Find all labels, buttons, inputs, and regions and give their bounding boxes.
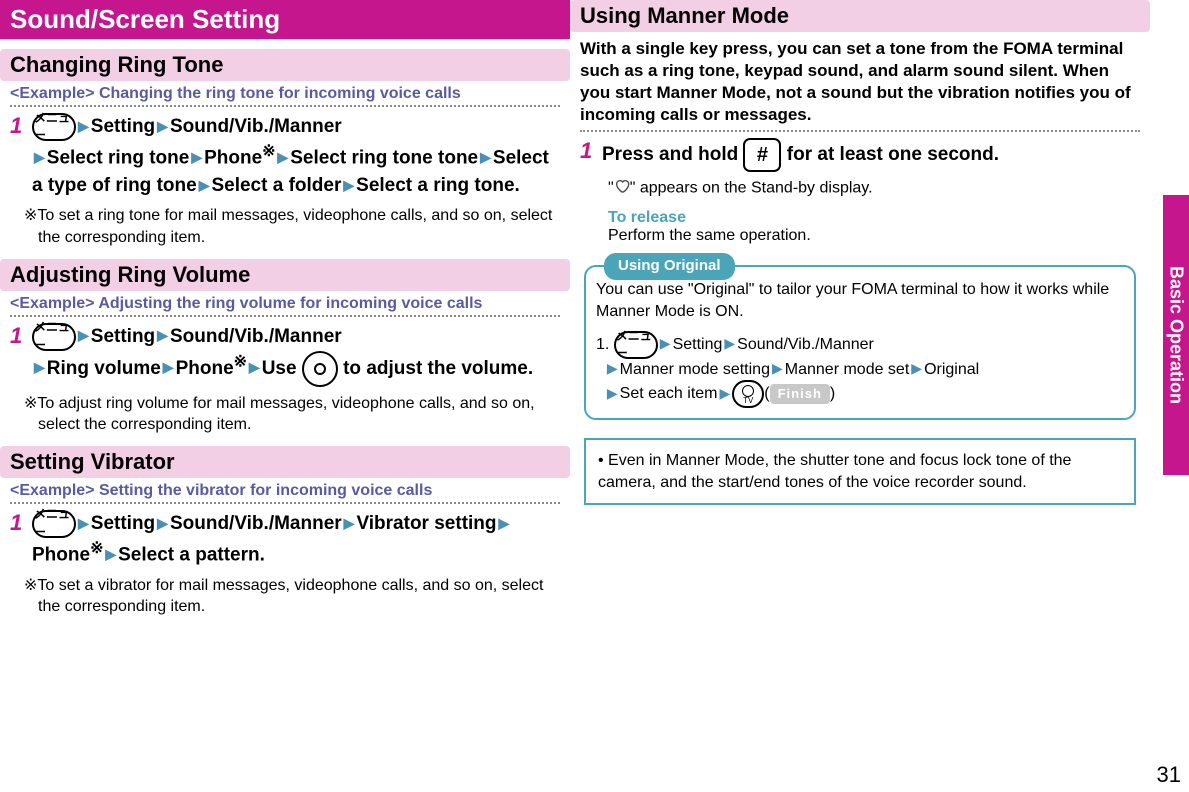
menu-icon: メニュー xyxy=(614,331,658,359)
txt: tone xyxy=(438,147,478,168)
arrow-icon: ▶ xyxy=(911,359,922,378)
txt: Use xyxy=(262,358,297,379)
txt: a folder xyxy=(273,175,342,196)
step-number: 1 xyxy=(580,138,602,172)
arrow-icon: ▶ xyxy=(78,116,89,136)
menu-icon: メニュー xyxy=(32,510,76,538)
txt: Setting xyxy=(673,336,723,353)
heading-manner-mode: Using Manner Mode xyxy=(570,0,1150,32)
intro-manner-mode: With a single key press, you can set a t… xyxy=(580,38,1140,126)
note-ring-tone: ※To set a ring tone for mail messages, v… xyxy=(38,205,560,248)
txt: Select a ring tone. xyxy=(356,175,520,196)
note-vibrator: ※To set a vibrator for mail messages, vi… xyxy=(38,575,560,618)
step-number: 1 xyxy=(10,510,32,569)
arrow-icon: ▶ xyxy=(277,147,288,167)
heart-icon xyxy=(614,178,630,199)
txt: for at least one second. xyxy=(787,144,999,165)
arrow-icon: ▶ xyxy=(249,357,260,377)
using-original-box: Using Original You can use "Original" to… xyxy=(584,265,1136,420)
standby-text: " " appears on the Stand-by display. xyxy=(608,178,1140,199)
txt: Manner mode setting xyxy=(620,361,770,378)
txt: Manner mode set xyxy=(785,361,910,378)
arrow-icon: ▶ xyxy=(78,513,89,533)
arrow-icon: ▶ xyxy=(157,116,168,136)
step-number: 1 xyxy=(10,323,32,387)
arrow-icon: ▶ xyxy=(157,513,168,533)
step-body-ring-volume: メニュー▶Setting▶Sound/Vib./Manner ▶Ring vol… xyxy=(32,323,533,387)
arrow-icon: ▶ xyxy=(607,384,618,403)
arrow-icon: ▶ xyxy=(772,359,783,378)
arrow-icon: ▶ xyxy=(344,513,355,533)
txt: Select xyxy=(211,175,267,196)
txt: 1. xyxy=(596,336,609,353)
arrow-icon: ▶ xyxy=(607,359,618,378)
arrow-icon: ▶ xyxy=(34,357,45,377)
arrow-icon: ▶ xyxy=(480,147,491,167)
txt: Even in Manner Mode, the shutter tone an… xyxy=(598,452,1071,491)
arrow-icon: ▶ xyxy=(191,147,202,167)
arrow-icon: ▶ xyxy=(499,513,510,533)
txt: Sound/Vib./Manner xyxy=(737,336,874,353)
example-ring-volume: <Example> Adjusting the ring volume for … xyxy=(10,295,560,313)
txt: Phone xyxy=(32,544,90,565)
arrow-icon: ▶ xyxy=(163,357,174,377)
txt: Sound/Vib./Manner xyxy=(170,326,342,347)
step-number: 1 xyxy=(10,113,32,199)
menu-icon: メニュー xyxy=(32,113,76,141)
menu-icon: メニュー xyxy=(32,323,76,351)
to-release-label: To release xyxy=(608,209,1140,227)
finish-button: Finish xyxy=(770,384,830,404)
arrow-icon: ▶ xyxy=(720,384,731,403)
txt: Setting xyxy=(91,326,155,347)
arrow-icon: ▶ xyxy=(34,147,45,167)
txt: Original xyxy=(924,361,979,378)
heading-ring-volume: Adjusting Ring Volume xyxy=(0,259,570,291)
txt: Sound/Vib./Manner xyxy=(170,116,342,137)
info-box: • Even in Manner Mode, the shutter tone … xyxy=(584,438,1136,505)
arrow-icon: ▶ xyxy=(660,334,671,353)
original-steps: 1. メニュー▶Setting▶Sound/Vib./Manner ▶Manne… xyxy=(596,331,1124,409)
step-body-manner: Press and hold # for at least one second… xyxy=(602,138,999,172)
divider xyxy=(580,130,1140,132)
divider xyxy=(10,502,560,504)
original-intro: You can use "Original" to tailor your FO… xyxy=(596,279,1124,322)
arrow-icon: ▶ xyxy=(78,325,89,345)
txt: Sound/Vib./Manner xyxy=(170,513,342,534)
hash-key-icon: # xyxy=(743,138,781,172)
step-body-vibrator: メニュー▶Setting▶Sound/Vib./Manner▶Vibrator … xyxy=(32,510,560,569)
txt: Phone xyxy=(176,358,234,379)
txt: to adjust the volume. xyxy=(343,358,533,379)
arrow-icon: ▶ xyxy=(157,325,168,345)
txt: Setting xyxy=(91,116,155,137)
txt: Ring volume xyxy=(47,358,161,379)
using-original-legend: Using Original xyxy=(604,253,735,279)
step-body-ring-tone: メニュー▶Setting▶Sound/Vib./Manner ▶Select r… xyxy=(32,113,560,199)
section-title-sound-screen: Sound/Screen Setting xyxy=(0,0,570,39)
txt: Set each item xyxy=(620,385,718,402)
camera-tv-icon xyxy=(732,380,764,408)
txt: Select a pattern. xyxy=(118,544,265,565)
txt: Setting xyxy=(91,513,155,534)
txt: Phone xyxy=(204,147,262,168)
page-number: 31 xyxy=(1157,762,1181,788)
divider xyxy=(10,315,560,317)
side-tab-basic-operation: Basic Operation xyxy=(1163,195,1189,475)
arrow-icon: ▶ xyxy=(199,175,210,195)
txt: Press and hold xyxy=(602,144,738,165)
to-release-text: Perform the same operation. xyxy=(608,227,1140,245)
arrow-icon: ▶ xyxy=(724,334,735,353)
txt: Select ring tone xyxy=(290,147,433,168)
arrow-icon: ▶ xyxy=(105,544,116,564)
txt: Select ring tone xyxy=(47,147,190,168)
heading-vibrator: Setting Vibrator xyxy=(0,446,570,478)
example-ring-tone: <Example> Changing the ring tone for inc… xyxy=(10,85,560,103)
note-ring-volume: ※To adjust ring volume for mail messages… xyxy=(38,393,560,436)
heading-ring-tone: Changing Ring Tone xyxy=(0,49,570,81)
txt: " appears on the Stand-by display. xyxy=(630,180,873,197)
divider xyxy=(10,105,560,107)
arrow-icon: ▶ xyxy=(343,175,354,195)
txt: Vibrator setting xyxy=(356,513,496,534)
example-vibrator: <Example> Setting the vibrator for incom… xyxy=(10,482,560,500)
nav-circle-icon xyxy=(302,351,338,387)
